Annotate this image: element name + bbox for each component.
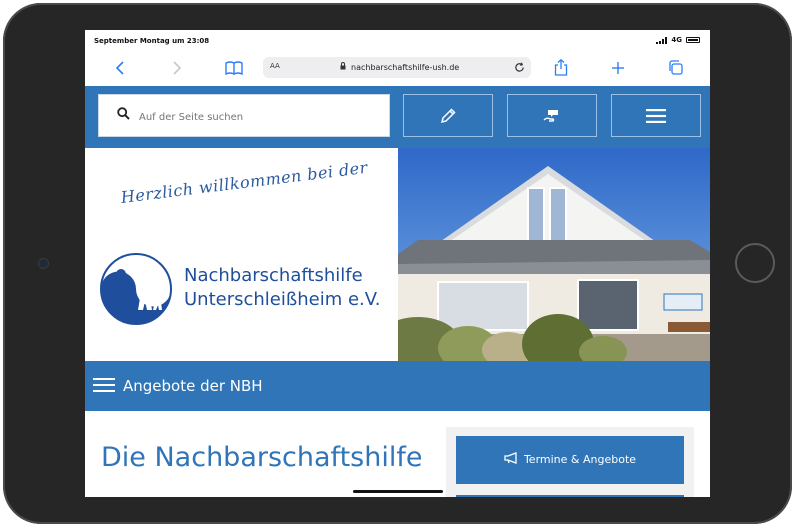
menu-icon [646, 109, 666, 123]
nav-menu-icon [93, 378, 115, 393]
page-title: Die Nachbarschaftshilfe [101, 442, 423, 473]
search-box[interactable] [98, 94, 390, 137]
org-name-line2: Unterschleißheim e.V. [184, 289, 381, 310]
share-icon[interactable] [551, 58, 571, 78]
building-photo [398, 148, 710, 361]
browser-toolbar: AA nachbarschaftshilfe-ush.de [85, 50, 710, 86]
network-label: 4G [671, 36, 682, 44]
home-button[interactable] [735, 243, 775, 283]
status-bar: September Montag um 23:08 4G [85, 30, 710, 50]
site-header [85, 86, 710, 148]
url-text: nachbarschaftshilfe-ush.de [351, 63, 460, 72]
search-icon [117, 107, 130, 124]
device: September Montag um 23:08 4G AA nachbars… [0, 0, 795, 527]
hand-heart-icon [543, 110, 558, 122]
org-name-line1: Nachbarschaftshilfe [184, 265, 363, 286]
offers-nav-bar[interactable]: Angebote der NBH [85, 361, 710, 411]
reload-icon[interactable] [514, 60, 525, 76]
forward-icon[interactable] [167, 58, 187, 78]
search-input[interactable] [137, 107, 381, 127]
pencil-icon [440, 108, 456, 124]
help-offer-button[interactable] [507, 94, 597, 137]
main-content: Die Nachbarschaftshilfe Termine & Angebo… [85, 411, 710, 497]
tabs-icon[interactable] [665, 58, 685, 78]
events-offers-button[interactable]: Termine & Angebote [456, 436, 684, 484]
offers-nav-label: Angebote der NBH [123, 377, 263, 395]
address-bar[interactable]: AA nachbarschaftshilfe-ush.de [263, 57, 531, 78]
edit-button[interactable] [403, 94, 493, 137]
sidebar-panel: Termine & Angebote [446, 427, 694, 497]
status-right: 4G [656, 36, 700, 44]
battery-icon [686, 37, 700, 43]
megaphone-icon [504, 452, 517, 464]
screen: September Montag um 23:08 4G AA nachbars… [85, 30, 710, 497]
sidebar-next-button[interactable] [456, 495, 684, 497]
lock-icon [340, 62, 346, 72]
back-icon[interactable] [110, 58, 130, 78]
bookmarks-icon[interactable] [224, 58, 244, 78]
status-time: September Montag um 23:08 [94, 37, 210, 45]
welcome-text: Herzlich willkommen bei der [119, 157, 369, 207]
home-indicator[interactable] [353, 490, 443, 493]
hero-brand: Herzlich willkommen bei der Nachbarschaf… [85, 148, 398, 361]
new-tab-icon[interactable] [608, 58, 628, 78]
signal-icon [656, 36, 668, 44]
organization-name: Nachbarschaftshilfe Unterschleißheim e.V… [184, 264, 380, 312]
organization-logo-icon [100, 253, 172, 325]
text-size-button[interactable]: AA [270, 62, 280, 70]
menu-button[interactable] [611, 94, 701, 137]
events-offers-label: Termine & Angebote [523, 453, 637, 466]
camera-icon [39, 259, 48, 268]
